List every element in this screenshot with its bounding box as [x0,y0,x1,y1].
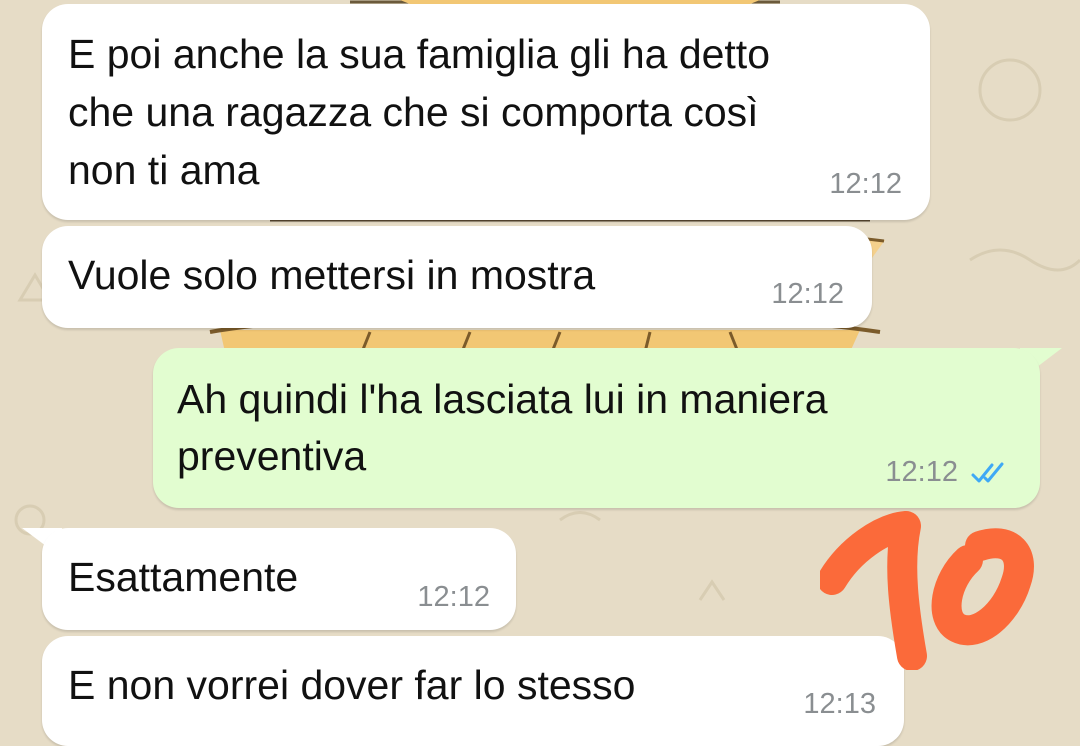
message-timestamp: 12:12 [771,278,844,310]
message-text-line: non ti ama [68,147,260,193]
message-text-line: preventiva [177,433,367,479]
message-bubble-incoming[interactable]: E poi anche la sua famiglia gli ha detto… [42,4,930,220]
message-text-line: Vuole solo mettersi in mostra [68,252,596,298]
message-bubble-incoming[interactable]: E non vorrei dover far lo stesso 12:13 [42,636,904,746]
message-bubble-incoming[interactable]: Vuole solo mettersi in mostra 12:12 [42,226,872,328]
message-bubble-incoming[interactable]: Esattamente 12:12 [42,528,516,630]
message-bubble-outgoing[interactable]: Ah quindi l'ha lasciata lui in maniera p… [153,348,1040,508]
message-text-line: Ah quindi l'ha lasciata lui in maniera [177,376,828,422]
handwritten-10-annotation [820,511,1034,670]
message-timestamp: 12:12 [417,581,490,613]
message-text-line: che una ragazza che si comporta così [68,89,759,135]
message-timestamp: 12:13 [803,688,876,720]
double-check-icon [971,462,1004,483]
message-timestamp: 12:12 [829,168,902,200]
message-timestamp: 12:12 [885,456,958,488]
message-text-line: E non vorrei dover far lo stesso [68,662,636,708]
message-text-line: Esattamente [68,554,299,600]
message-text-line: E poi anche la sua famiglia gli ha detto [68,31,771,77]
